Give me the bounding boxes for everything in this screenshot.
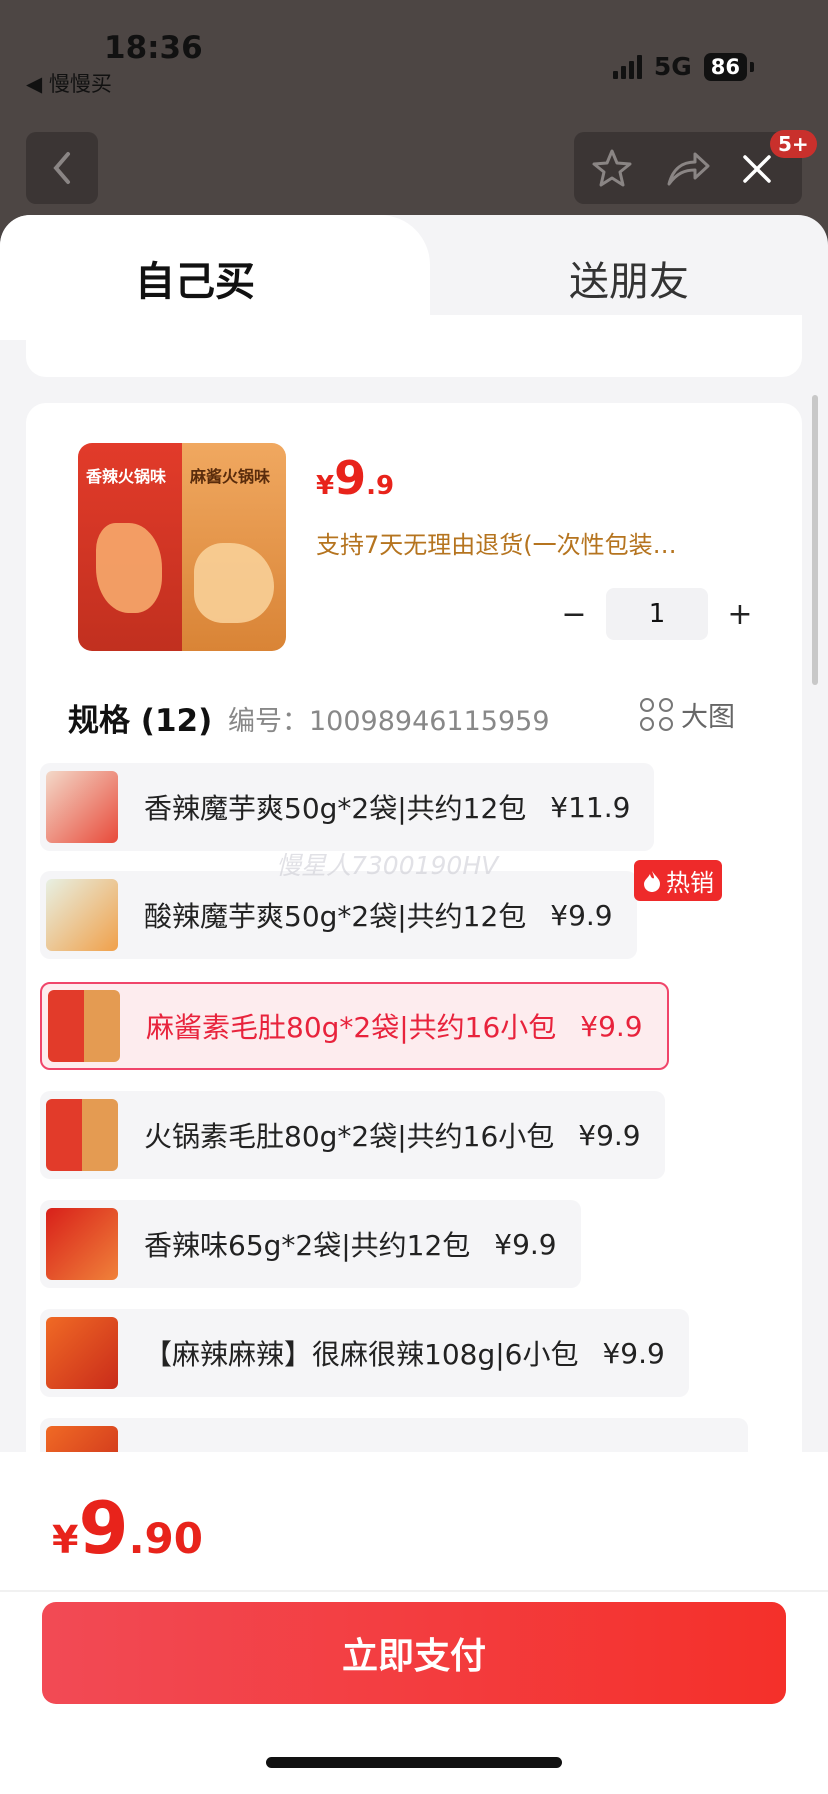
- big-image-toggle[interactable]: 大图: [640, 695, 735, 734]
- hot-sale-badge: 热销: [634, 860, 722, 901]
- share-icon[interactable]: [665, 148, 711, 188]
- spec-title: 规格 (12): [68, 703, 213, 739]
- spec-option[interactable]: 【麻辣麻辣】很麻很辣108g|6小包 ¥9.9: [40, 1309, 689, 1397]
- pay-now-button[interactable]: 立即支付: [42, 1602, 786, 1704]
- decrease-button[interactable]: −: [556, 597, 592, 632]
- close-icon[interactable]: [740, 152, 774, 186]
- product-price: ¥9.9: [316, 451, 395, 505]
- network-type: 5G: [653, 52, 692, 81]
- return-policy: 支持7天无理由退货(一次性包装…: [316, 531, 677, 559]
- total-price: ¥9.90: [52, 1486, 203, 1570]
- divider: [0, 1590, 828, 1592]
- star-icon[interactable]: [590, 146, 634, 190]
- status-back-app[interactable]: ◀ 慢慢买: [26, 68, 112, 98]
- scrollbar[interactable]: [812, 395, 818, 685]
- battery-icon: 86: [703, 52, 747, 81]
- spec-option[interactable]: 酸辣魔芋爽50g*2袋|共约12包 ¥9.9: [40, 871, 637, 959]
- option-thumbnail: [46, 1317, 118, 1389]
- notification-badge: 5+: [770, 130, 817, 158]
- product-image[interactable]: 香辣火锅味 麻酱火锅味: [78, 443, 286, 651]
- option-thumbnail: [46, 1208, 118, 1280]
- spec-code: 编号：10098946115959: [228, 706, 550, 737]
- option-thumbnail: [48, 990, 120, 1062]
- signal-icon: [612, 54, 642, 79]
- image-label-left: 香辣火锅味: [86, 467, 167, 486]
- previous-card: [26, 315, 802, 377]
- option-thumbnail: [46, 771, 118, 843]
- spec-option-selected[interactable]: 麻酱素毛肚80g*2袋|共约16小包 ¥9.9: [40, 982, 669, 1070]
- increase-button[interactable]: +: [722, 597, 758, 632]
- quantity-value[interactable]: 1: [606, 588, 708, 640]
- battery-tip: [750, 61, 754, 72]
- quantity-stepper: − 1 +: [556, 588, 758, 640]
- spec-option[interactable]: 火锅素毛肚80g*2袋|共约16小包 ¥9.9: [40, 1091, 665, 1179]
- spec-option[interactable]: 香辣味65g*2袋|共约12包 ¥9.9: [40, 1200, 581, 1288]
- grid-icon: [640, 698, 673, 731]
- image-label-right: 麻酱火锅味: [190, 467, 271, 486]
- status-indicators: 5G 86: [612, 52, 754, 81]
- flame-icon: [644, 870, 660, 892]
- back-button[interactable]: [26, 132, 98, 204]
- chevron-left-icon: [53, 152, 70, 184]
- option-thumbnail: [46, 879, 118, 951]
- spec-option[interactable]: 香辣魔芋爽50g*2袋|共约12包 ¥11.9: [40, 763, 655, 851]
- watermark: 慢星人7300190HV: [276, 851, 499, 880]
- home-indicator: [266, 1757, 562, 1768]
- option-thumbnail: [46, 1099, 118, 1171]
- status-time: 18:36: [104, 30, 203, 66]
